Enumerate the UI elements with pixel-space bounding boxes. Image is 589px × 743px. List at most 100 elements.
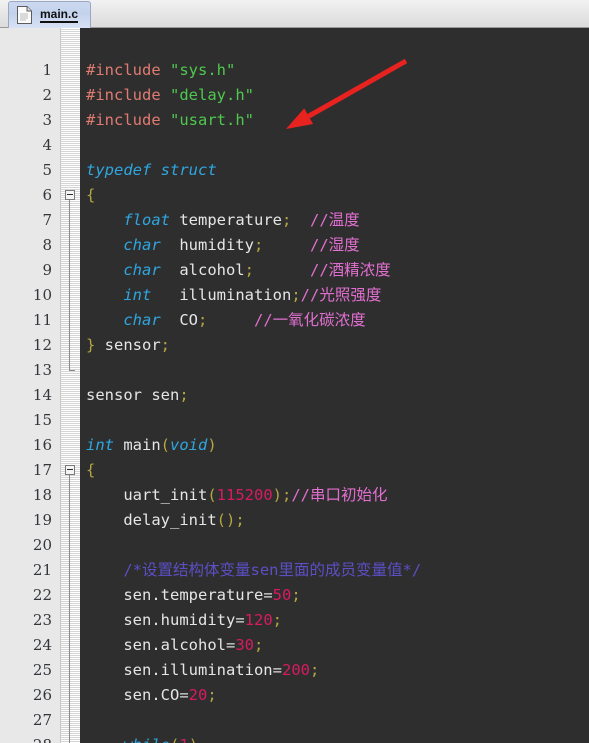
code-token-id: humidity xyxy=(160,236,254,254)
code-token-id: temperature xyxy=(170,211,282,229)
code-token-id xyxy=(263,236,310,254)
code-line[interactable]: typedef struct xyxy=(86,158,217,183)
code-token-str: "sys.h" xyxy=(170,61,236,79)
line-number: 12 xyxy=(32,336,52,354)
code-line[interactable]: sensor sen; xyxy=(86,383,189,408)
code-token-punc: ( xyxy=(207,486,217,504)
line-number: 27 xyxy=(32,711,52,729)
code-token-punc: ; xyxy=(207,686,217,704)
code-token-num: 1 xyxy=(179,736,188,743)
code-token-cmt: //温度 xyxy=(310,211,360,229)
code-token-pp: #include xyxy=(86,61,161,79)
line-number: 1 xyxy=(42,61,52,79)
code-token-id: CO xyxy=(160,311,198,329)
code-token-id: delay_init xyxy=(86,511,217,529)
code-token-id xyxy=(161,111,170,129)
line-number: 13 xyxy=(32,361,52,379)
code-line[interactable]: delay_init(); xyxy=(86,508,244,533)
code-token-id: sen.illumination xyxy=(86,661,273,679)
code-token-id xyxy=(161,86,170,104)
fold-collapse-icon[interactable] xyxy=(65,465,75,475)
fold-guide-line xyxy=(69,475,70,743)
code-token-punc: ; xyxy=(253,236,264,254)
code-token-punc: ; xyxy=(291,586,301,604)
code-line[interactable]: char CO; //一氧化碳浓度 xyxy=(86,308,366,333)
line-number: 14 xyxy=(32,386,52,404)
line-number: 10 xyxy=(32,286,52,304)
code-token-punc: ; xyxy=(291,286,301,304)
code-line[interactable]: int main(void) xyxy=(86,433,217,458)
editor-tab-main-c[interactable]: main.c xyxy=(8,1,92,28)
code-token-id: uart_init xyxy=(86,486,208,504)
code-token-id xyxy=(254,261,310,279)
line-number: 18 xyxy=(32,486,52,504)
code-token-kw: while xyxy=(123,736,170,743)
code-token-num: 50 xyxy=(272,586,292,604)
code-token-punc: ; xyxy=(179,386,189,404)
code-line[interactable]: #include "usart.h" xyxy=(86,108,254,133)
code-line[interactable]: /*设置结构体变量sen里面的成员变量值*/ xyxy=(86,558,421,583)
code-token-punc: ; xyxy=(254,636,264,654)
code-line[interactable]: { xyxy=(86,183,95,208)
code-token-cmt: //串口初始化 xyxy=(291,486,388,504)
code-token-pp: #include xyxy=(86,86,161,104)
code-token-num: 120 xyxy=(244,611,273,629)
code-line[interactable]: uart_init(115200);//串口初始化 xyxy=(86,483,388,508)
code-line[interactable]: sen.alcohol=30; xyxy=(86,633,263,658)
code-line[interactable]: while(1) xyxy=(86,733,198,743)
line-number: 22 xyxy=(32,586,52,604)
code-folding-column[interactable] xyxy=(61,28,80,743)
code-token-punc: { xyxy=(86,186,96,204)
code-token-kw: char xyxy=(86,236,161,254)
code-line[interactable]: sen.temperature=50; xyxy=(86,583,301,608)
code-line[interactable]: sen.illumination=200; xyxy=(86,658,319,683)
code-token-punc: ; xyxy=(197,311,208,329)
line-number: 24 xyxy=(32,636,52,654)
code-token-id xyxy=(86,736,123,743)
line-number: 8 xyxy=(42,236,52,254)
code-token-kw: float xyxy=(86,211,170,229)
code-token-num: 30 xyxy=(235,636,254,654)
line-number: 3 xyxy=(42,111,52,129)
code-token-num: 200 xyxy=(281,661,310,679)
code-token-pp: #include xyxy=(86,111,161,129)
code-token-punc: ; xyxy=(309,661,320,679)
code-line[interactable]: } sensor; xyxy=(86,333,170,358)
code-line[interactable]: #include "delay.h" xyxy=(86,83,254,108)
code-token-op: = xyxy=(179,686,189,704)
code-token-op: = xyxy=(235,611,245,629)
code-line[interactable]: char humidity; //湿度 xyxy=(86,233,360,258)
line-number: 7 xyxy=(42,211,52,229)
code-line[interactable]: int illumination;//光照强度 xyxy=(86,283,381,308)
line-number-gutter: 1 2 3 4 5 6 7 8 9 10 11 12 13 14 15 16 17 18 19 20 21 22 23 24 2… xyxy=(0,28,61,743)
code-token-id xyxy=(161,61,170,79)
code-text-area[interactable]: #include "sys.h" #include "delay.h" #inclu… xyxy=(80,28,589,743)
code-token-cmt: //酒精浓度 xyxy=(310,261,391,279)
fold-collapse-icon[interactable] xyxy=(65,190,75,200)
code-token-str: "delay.h" xyxy=(170,86,254,104)
code-editor[interactable]: 1 2 3 4 5 6 7 8 9 10 11 12 13 14 15 16 17 18 19 20 21 22 23 24 2… xyxy=(0,28,589,743)
code-token-id: sensor sen xyxy=(86,386,180,404)
code-token-punc: ); xyxy=(272,486,292,504)
code-line[interactable]: sen.CO=20; xyxy=(86,683,217,708)
code-token-cmt: //一氧化碳浓度 xyxy=(254,311,366,329)
code-token-num: 20 xyxy=(188,686,208,704)
code-token-cmt: //湿度 xyxy=(310,236,360,254)
line-number: 28 xyxy=(2,733,52,743)
code-token-kw: void xyxy=(170,436,208,454)
code-token-id: alcohol xyxy=(160,261,245,279)
line-number: 20 xyxy=(32,536,52,554)
code-line[interactable]: char alcohol; //酒精浓度 xyxy=(86,258,391,283)
code-token-id: sen.alcohol xyxy=(86,636,226,654)
code-line[interactable]: #include "sys.h" xyxy=(86,58,235,83)
code-token-cmt: //光照强度 xyxy=(300,286,382,304)
code-line[interactable]: { xyxy=(86,458,95,483)
code-token-punc: ; xyxy=(281,211,292,229)
code-line[interactable]: sen.humidity=120; xyxy=(86,608,282,633)
line-number: 17 xyxy=(32,461,52,479)
fold-guide-line xyxy=(69,200,70,370)
line-number: 19 xyxy=(32,511,52,529)
code-line[interactable]: float temperature; //温度 xyxy=(86,208,360,233)
code-token-id xyxy=(207,311,254,329)
code-token-punc: { xyxy=(86,461,96,479)
